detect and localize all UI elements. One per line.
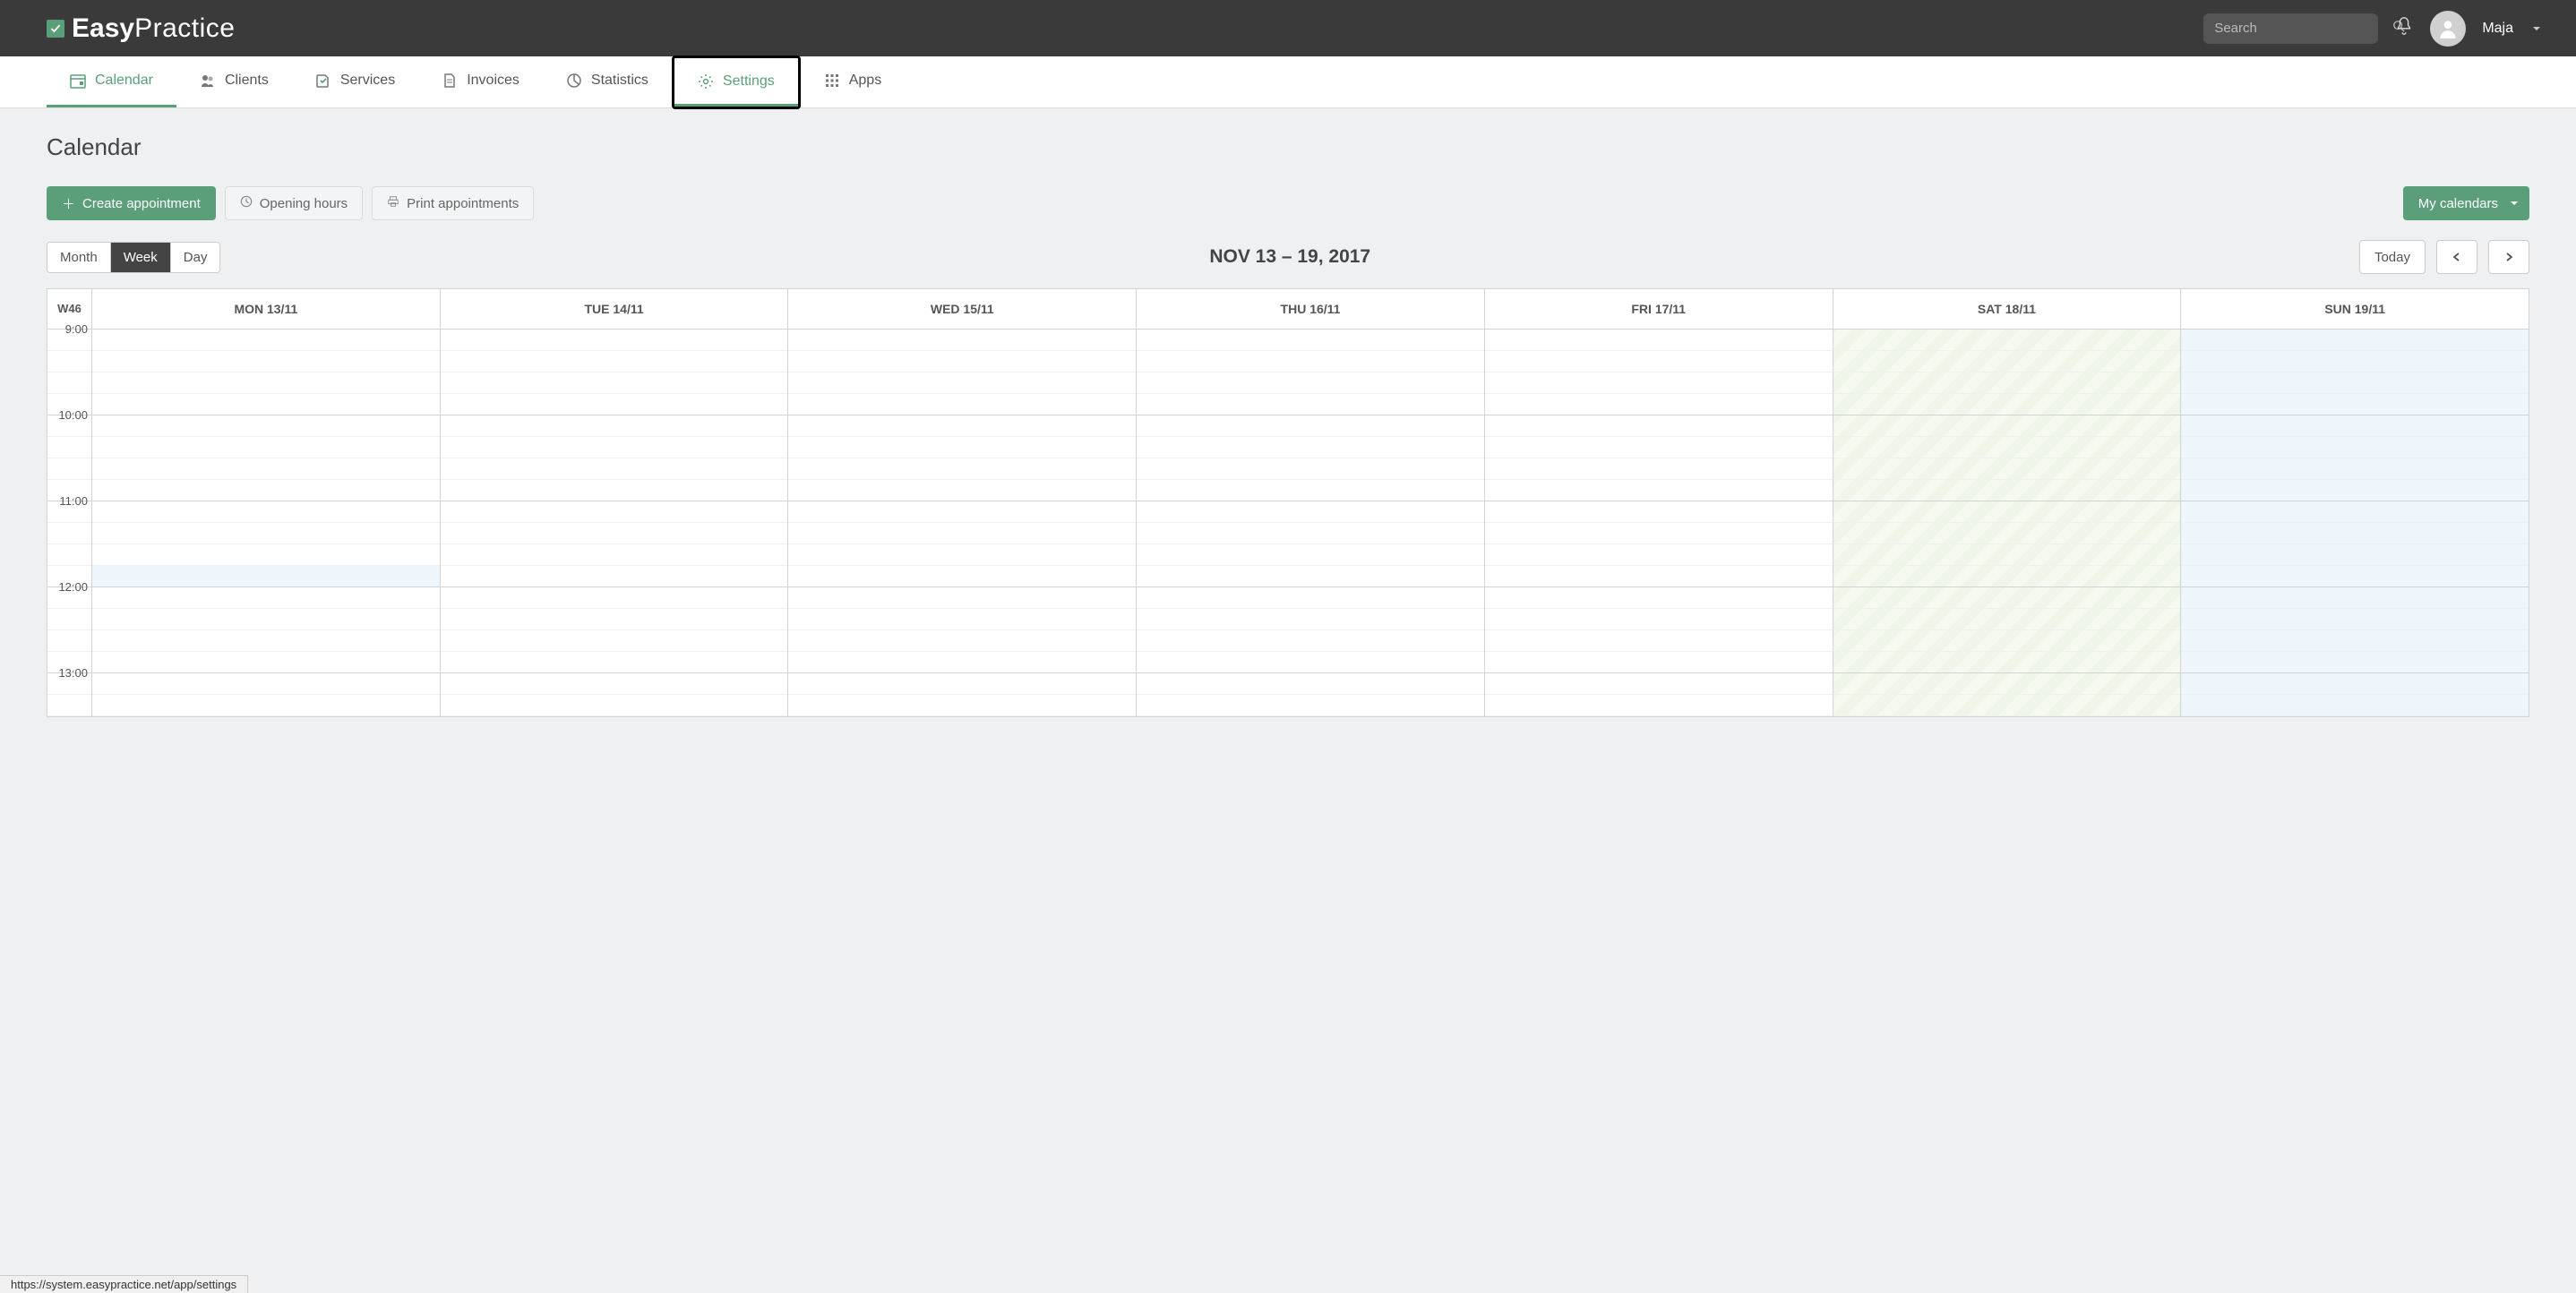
status-url: https://system.easypractice.net/app/sett…	[0, 1275, 248, 1293]
app-logo[interactable]: EasyPractice	[47, 13, 235, 44]
opening-hours-button[interactable]: Opening hours	[225, 186, 363, 220]
topbar: EasyPractice Maja	[0, 0, 2576, 56]
day-header: FRI 17/11	[1485, 289, 1833, 329]
apps-icon	[824, 73, 840, 89]
gear-icon	[698, 73, 714, 90]
prev-week-button[interactable]	[2436, 240, 2477, 274]
print-appointments-button[interactable]: Print appointments	[372, 186, 534, 220]
day-column-tue[interactable]	[441, 330, 789, 716]
nav-label: Calendar	[95, 73, 153, 89]
avatar[interactable]	[2430, 11, 2466, 47]
calendar-icon	[70, 73, 86, 89]
view-segment: Month Week Day	[47, 242, 220, 273]
nav-label: Invoices	[467, 73, 519, 89]
time-column: 9:0010:0011:0012:0013:00	[47, 330, 92, 716]
invoices-icon	[442, 73, 458, 89]
nav-invoices[interactable]: Invoices	[418, 56, 543, 107]
time-label: 12:00	[47, 580, 91, 594]
logo-text-easy: Easy	[72, 13, 134, 43]
time-label: 11:00	[47, 494, 91, 508]
next-week-button[interactable]	[2488, 240, 2529, 274]
day-column-wed[interactable]	[788, 330, 1137, 716]
nav-label: Apps	[849, 73, 881, 89]
calendar-body: 9:0010:0011:0012:0013:00	[47, 330, 2529, 716]
plus-icon: ＋	[62, 194, 75, 213]
search-input[interactable]	[2214, 21, 2392, 36]
user-menu-caret-icon[interactable]	[2533, 27, 2540, 30]
day-column-fri[interactable]	[1485, 330, 1833, 716]
calendar-header-row: W46 MON 13/11 TUE 14/11 WED 15/11 THU 16…	[47, 289, 2529, 330]
date-nav-buttons: Today	[2359, 240, 2529, 274]
button-label: Print appointments	[407, 196, 519, 211]
logo-check-icon	[47, 20, 64, 38]
day-header: SUN 19/11	[2181, 289, 2529, 329]
view-day-button[interactable]: Day	[171, 243, 220, 272]
day-column-mon[interactable]	[92, 330, 441, 716]
notifications-icon[interactable]	[2394, 16, 2414, 40]
button-label: Create appointment	[82, 196, 201, 211]
day-column-sun[interactable]	[2181, 330, 2529, 716]
user-name[interactable]: Maja	[2482, 21, 2513, 37]
time-label: 9:00	[47, 322, 91, 336]
nav-label: Statistics	[591, 73, 648, 89]
view-month-button[interactable]: Month	[47, 243, 111, 272]
nav-settings[interactable]: Settings	[674, 58, 798, 107]
nav-clients[interactable]: Clients	[176, 56, 292, 107]
view-week-button[interactable]: Week	[111, 243, 171, 272]
day-header: MON 13/11	[92, 289, 441, 329]
nav-statistics[interactable]: Statistics	[543, 56, 672, 107]
clients-icon	[200, 73, 216, 89]
create-appointment-button[interactable]: ＋ Create appointment	[47, 186, 216, 220]
calendar-toolbar: ＋ Create appointment Opening hours Print…	[47, 186, 2529, 220]
nav-label: Services	[340, 73, 395, 89]
time-label: 13:00	[47, 666, 91, 680]
today-button[interactable]: Today	[2359, 240, 2426, 274]
nav-apps[interactable]: Apps	[801, 56, 905, 107]
print-icon	[387, 195, 399, 211]
day-header: SAT 18/11	[1833, 289, 2182, 329]
view-controls-row: Month Week Day NOV 13 – 19, 2017 Today	[47, 240, 2529, 274]
day-column-sat[interactable]	[1833, 330, 2182, 716]
time-label: 10:00	[47, 408, 91, 422]
button-label: My calendars	[2418, 196, 2498, 211]
page-title: Calendar	[47, 133, 2529, 161]
nav-label: Clients	[225, 73, 269, 89]
button-label: Opening hours	[260, 196, 348, 211]
calendar-grid: W46 MON 13/11 TUE 14/11 WED 15/11 THU 16…	[47, 288, 2529, 717]
nav-label: Settings	[723, 73, 775, 90]
services-icon	[315, 73, 331, 89]
main-nav: Calendar Clients Services Invoices Stati…	[0, 56, 2576, 108]
page-content: Calendar ＋ Create appointment Opening ho…	[0, 108, 2576, 742]
nav-calendar[interactable]: Calendar	[47, 56, 176, 107]
day-header: TUE 14/11	[441, 289, 789, 329]
day-column-thu[interactable]	[1137, 330, 1485, 716]
chevron-down-icon	[2511, 201, 2518, 205]
day-header: WED 15/11	[788, 289, 1137, 329]
statistics-icon	[566, 73, 582, 89]
day-header: THU 16/11	[1137, 289, 1485, 329]
search-box[interactable]	[2203, 13, 2378, 44]
my-calendars-dropdown[interactable]: My calendars	[2403, 186, 2529, 220]
clock-icon	[240, 195, 253, 211]
nav-services[interactable]: Services	[292, 56, 418, 107]
logo-text-practice: Practice	[134, 13, 235, 43]
nav-settings-highlight: Settings	[672, 56, 801, 109]
date-range-title: NOV 13 – 19, 2017	[220, 246, 2359, 268]
